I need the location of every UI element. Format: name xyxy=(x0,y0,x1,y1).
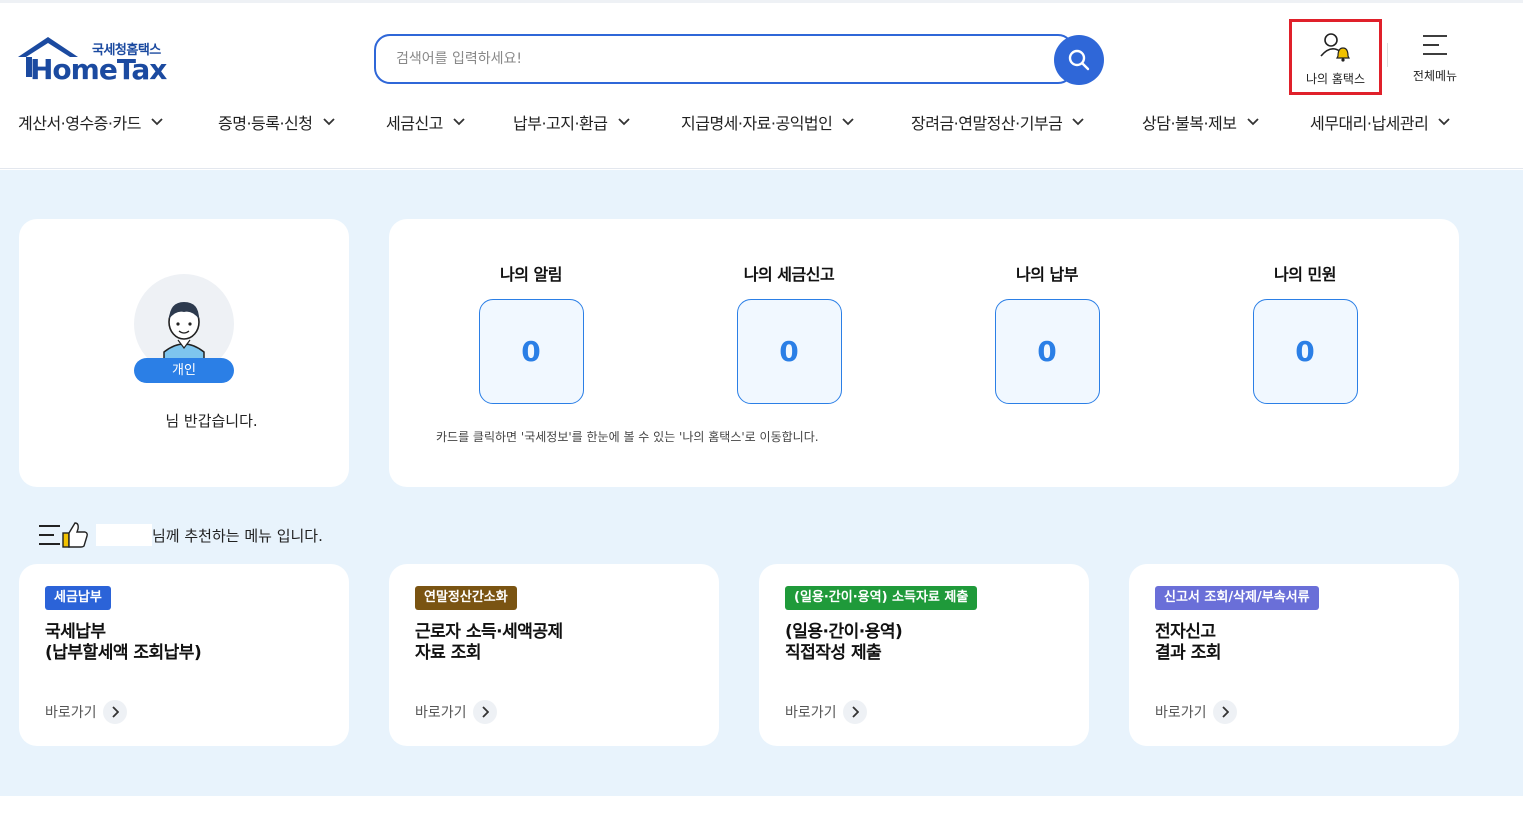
stat-my-notifications[interactable]: 나의 알림 0 xyxy=(451,261,611,404)
my-hometax-label: 나의 홈택스 xyxy=(1305,72,1365,86)
shortcut-link[interactable]: 바로가기 xyxy=(415,700,497,724)
recommend-card-e-filing[interactable]: 신고서 조회/삭제/부속서류 전자신고 결과 조회 바로가기 xyxy=(1129,564,1459,746)
logo-title: HomeTax xyxy=(30,53,167,86)
nav-item-invoices[interactable]: 계산서·영수증·카드 xyxy=(18,110,163,134)
recommend-card-income-data[interactable]: (일용·간이·용역) 소득자료 제출 (일용·간이·용역) 직접작성 제출 바로가… xyxy=(759,564,1089,746)
nav-item-payment[interactable]: 납부·고지·환급 xyxy=(513,110,630,134)
my-summary-card: 나의 알림 0 나의 세금신고 0 나의 납부 0 나의 민원 0 카드를 클릭… xyxy=(389,219,1459,487)
hometax-logo[interactable]: 국세청홈택스 HomeTax xyxy=(18,35,178,89)
stat-title: 나의 납부 xyxy=(1016,265,1078,284)
my-hometax-button[interactable]: 나의 홈택스 xyxy=(1289,19,1382,95)
recommend-title: 님께 추천하는 메뉴 입니다. xyxy=(152,526,323,545)
shortcut-link[interactable]: 바로가기 xyxy=(785,700,867,724)
stat-title: 나의 민원 xyxy=(1274,265,1336,284)
chevron-down-icon xyxy=(151,118,163,126)
main-nav: 계산서·영수증·카드 증명·등록·신청 세금신고 납부·고지·환급 지급명세·자… xyxy=(0,110,1523,146)
chevron-down-icon xyxy=(1072,118,1085,126)
chevron-right-icon xyxy=(102,700,127,724)
user-name-mask xyxy=(96,524,152,546)
recommend-heading: 님께 추천하는 메뉴 입니다. xyxy=(38,520,323,550)
stat-my-payment[interactable]: 나의 납부 0 xyxy=(967,261,1127,404)
user-type-badge: 개인 xyxy=(134,358,234,383)
summary-note: 카드를 클릭하면 '국세정보'를 한눈에 볼 수 있는 '나의 홈택스'로 이동… xyxy=(436,430,819,444)
list-thumbs-up-icon xyxy=(39,522,88,548)
chevron-down-icon xyxy=(842,118,855,126)
stat-value[interactable]: 0 xyxy=(736,299,842,404)
stat-title: 나의 알림 xyxy=(500,265,562,284)
category-tag: 신고서 조회/삭제/부속서류 xyxy=(1155,586,1319,610)
stat-value[interactable]: 0 xyxy=(478,299,584,404)
nav-item-tax-agent[interactable]: 세무대리·납세관리 xyxy=(1310,110,1450,134)
chevron-down-icon xyxy=(1438,118,1450,126)
nav-item-consulting[interactable]: 상담·불복·제보 xyxy=(1142,110,1259,134)
stat-value[interactable]: 0 xyxy=(1252,299,1358,404)
chevron-right-icon xyxy=(472,700,497,724)
chevron-right-icon xyxy=(1212,700,1237,724)
chevron-down-icon xyxy=(617,118,630,126)
chevron-down-icon xyxy=(322,118,335,126)
nav-item-tax-filing[interactable]: 세금신고 xyxy=(386,110,465,134)
category-tag: 연말정산간소화 xyxy=(415,586,517,610)
nav-item-certificates[interactable]: 증명·등록·신청 xyxy=(218,110,335,134)
chevron-down-icon xyxy=(1246,118,1259,126)
category-tag: 세금납부 xyxy=(45,586,111,610)
chevron-down-icon xyxy=(453,118,465,126)
card-title: 전자신고 결과 조회 xyxy=(1155,622,1221,663)
card-title: (일용·간이·용역) 직접작성 제출 xyxy=(785,622,903,663)
profile-card: 개인 님 반갑습니다. xyxy=(19,219,349,487)
hamburger-menu-icon xyxy=(1423,35,1447,55)
recommend-card-tax-payment[interactable]: 세금납부 국세납부 (납부할세액 조회납부) 바로가기 xyxy=(19,564,349,746)
search-bar xyxy=(374,34,1104,86)
recommend-card-year-end[interactable]: 연말정산간소화 근로자 소득·세액공제 자료 조회 바로가기 xyxy=(389,564,719,746)
all-menu-label: 전체메뉴 xyxy=(1412,69,1458,83)
shortcut-link[interactable]: 바로가기 xyxy=(1155,700,1237,724)
chevron-right-icon xyxy=(842,700,867,724)
nav-item-statements[interactable]: 지급명세·자료·공익법인 xyxy=(681,110,855,134)
all-menu-button[interactable]: 전체메뉴 xyxy=(1400,29,1470,89)
shortcut-link[interactable]: 바로가기 xyxy=(45,700,127,724)
stat-my-tax-filing[interactable]: 나의 세금신고 0 xyxy=(709,261,869,404)
category-tag: (일용·간이·용역) 소득자료 제출 xyxy=(785,586,978,610)
card-title: 국세납부 (납부할세액 조회납부) xyxy=(45,622,202,663)
search-icon xyxy=(1068,49,1090,71)
greeting-text: 님 반갑습니다. xyxy=(165,412,258,430)
search-input[interactable] xyxy=(374,34,1074,84)
stat-my-complaints[interactable]: 나의 민원 0 xyxy=(1225,261,1385,404)
search-button[interactable] xyxy=(1054,35,1104,85)
stat-value[interactable]: 0 xyxy=(994,299,1100,404)
stat-title: 나의 세금신고 xyxy=(743,265,835,284)
card-title: 근로자 소득·세액공제 자료 조회 xyxy=(415,622,563,663)
user-bell-icon xyxy=(1320,33,1350,62)
header-divider xyxy=(1387,43,1388,67)
nav-item-incentives[interactable]: 장려금·연말정산·기부금 xyxy=(911,110,1085,134)
